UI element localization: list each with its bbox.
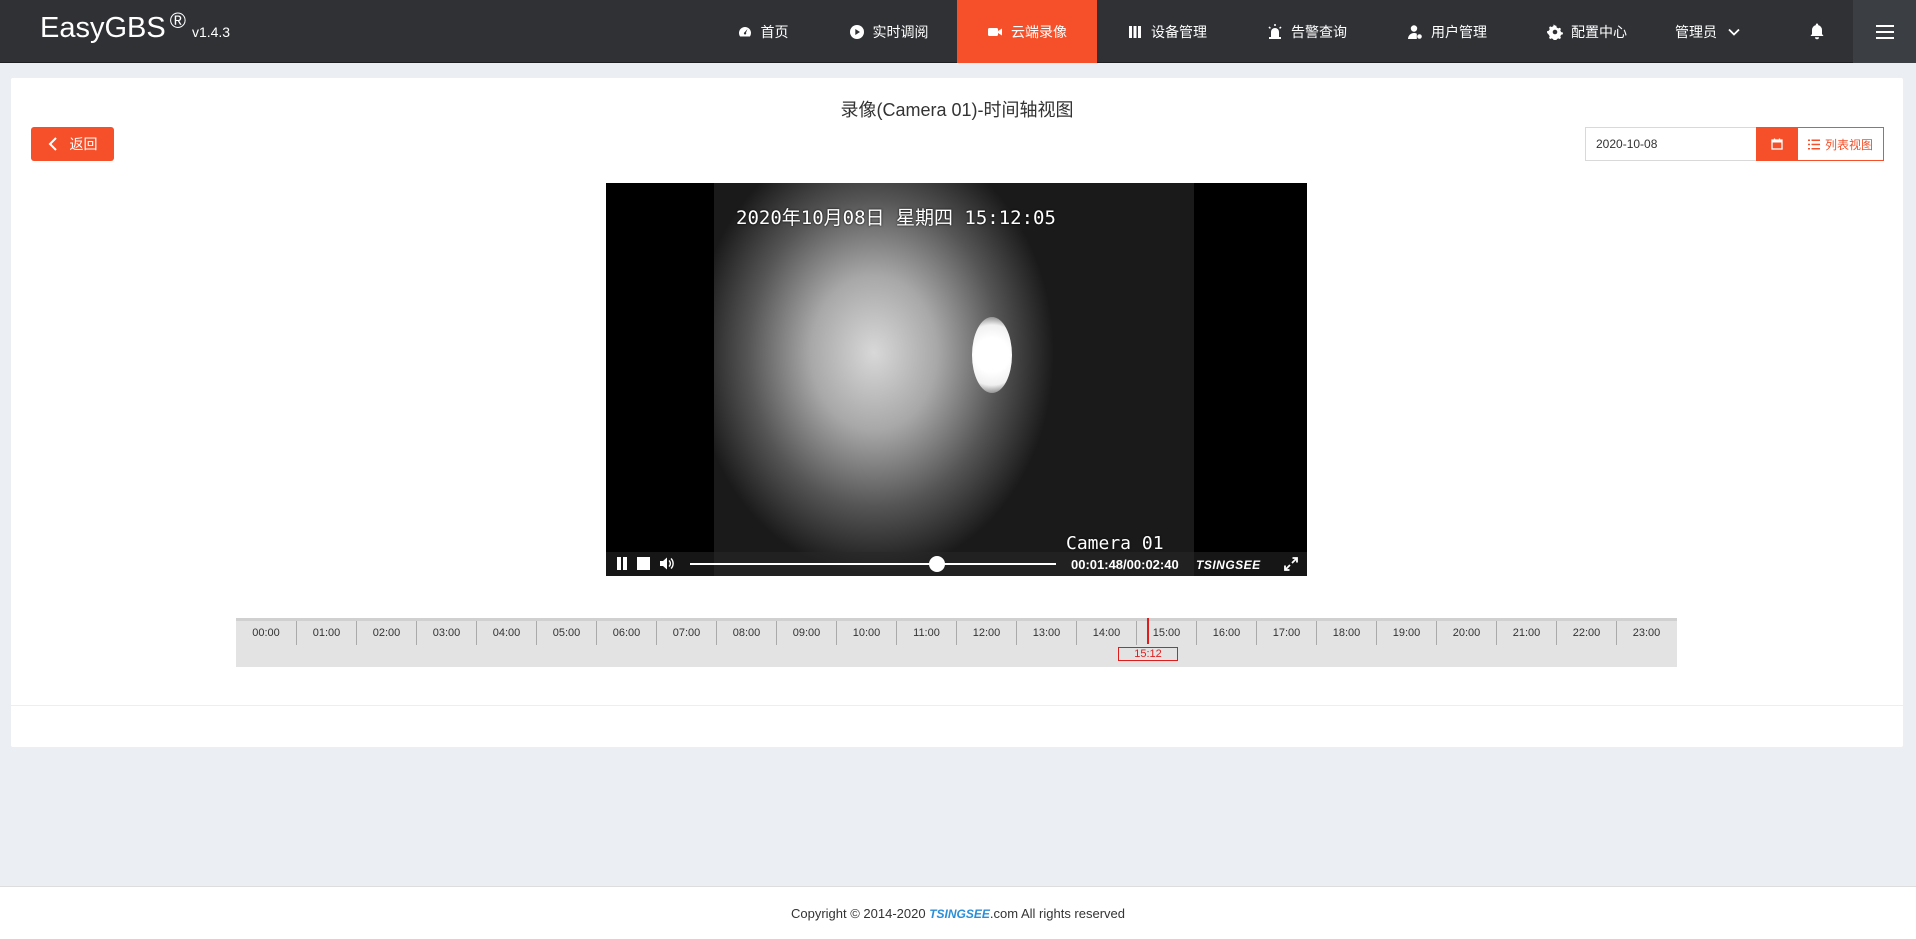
timeline-hour-tick[interactable]: 12:00 [956, 621, 1016, 645]
player-logo: TSINGSEE [1196, 558, 1261, 572]
nav-label: 告警查询 [1291, 23, 1347, 40]
video-time: 00:01:48/00:02:40 [1071, 557, 1179, 572]
video-light-spot [972, 317, 1012, 393]
date-picker-group: 列表视图 [1585, 127, 1884, 161]
volume-button[interactable] [660, 557, 675, 570]
user-gear-icon [1408, 24, 1422, 39]
footer-copyright: Copyright © 2014-2020 [790, 906, 930, 921]
video-camera-icon [988, 27, 1002, 36]
footer-logo[interactable]: TSINGSEE [929, 907, 990, 921]
nav-item-users[interactable]: 用户管理 [1377, 0, 1517, 63]
timeline-hour-tick[interactable]: 06:00 [596, 621, 656, 645]
timeline-hour-tick[interactable]: 13:00 [1016, 621, 1076, 645]
panel-divider [11, 705, 1903, 706]
timeline-hour-tick[interactable]: 15:00 [1136, 621, 1196, 645]
timeline-hour-tick[interactable]: 10:00 [836, 621, 896, 645]
nav-label: 实时调阅 [872, 23, 929, 40]
volume-icon [660, 557, 674, 570]
nav-label: 首页 [760, 23, 789, 40]
nav-item-live[interactable]: 实时调阅 [820, 0, 957, 63]
timeline-hour-tick[interactable]: 23:00 [1616, 621, 1676, 645]
video-progress-bar[interactable] [690, 556, 1056, 572]
nav-item-home[interactable]: 首页 [705, 0, 820, 63]
nav-label: 设备管理 [1151, 23, 1207, 40]
alarm-icon [1268, 23, 1282, 39]
video-frame [714, 183, 1194, 576]
main-nav: 首页 实时调阅 云端录像 设备管理 告警查询 用户管理 配置中心 [705, 0, 1657, 63]
nav-label: 用户管理 [1431, 23, 1487, 40]
list-view-label: 列表视图 [1824, 137, 1873, 152]
nav-item-devices[interactable]: 设备管理 [1097, 0, 1237, 63]
fullscreen-button[interactable] [1284, 557, 1298, 571]
user-name: 管理员 [1675, 23, 1717, 40]
chevron-down-icon [1728, 28, 1740, 36]
hamburger-menu-button[interactable] [1853, 0, 1916, 63]
list-view-button[interactable]: 列表视图 [1797, 127, 1884, 161]
hamburger-icon [1875, 24, 1894, 39]
bell-icon[interactable] [1808, 22, 1826, 40]
timeline-hour-tick[interactable]: 11:00 [896, 621, 956, 645]
top-navbar: EasyGBS ® v1.4.3 首页 实时调阅 云端录像 设备管理 告警查询 用户… [0, 0, 1916, 63]
timeline-hour-tick[interactable]: 17:00 [1256, 621, 1316, 645]
video-player[interactable]: 2020年10月08日 星期四 15:12:05 Camera 01 00:01… [606, 183, 1307, 576]
play-circle-icon [849, 24, 864, 39]
timeline-hour-tick[interactable]: 01:00 [296, 621, 356, 645]
calendar-icon [1770, 138, 1783, 150]
user-menu[interactable]: 管理员 [1675, 0, 1741, 63]
timeline-hour-tick[interactable]: 18:00 [1316, 621, 1376, 645]
brand-version: v1.4.3 [191, 24, 231, 40]
pause-button[interactable] [616, 557, 628, 570]
gear-icon [1547, 23, 1563, 40]
timeline-hour-tick[interactable]: 21:00 [1496, 621, 1556, 645]
timeline-hour-tick[interactable]: 16:00 [1196, 621, 1256, 645]
timeline-hour-tick[interactable]: 09:00 [776, 621, 836, 645]
timeline-hour-tick[interactable]: 05:00 [536, 621, 596, 645]
stop-icon [637, 557, 650, 570]
dashboard-icon [738, 26, 751, 36]
timeline-hour-tick[interactable]: 07:00 [656, 621, 716, 645]
calendar-button[interactable] [1756, 127, 1797, 161]
timeline-hour-tick[interactable]: 02:00 [356, 621, 416, 645]
nav-label: 云端录像 [1011, 23, 1067, 40]
progress-knob[interactable] [929, 556, 946, 572]
pause-icon [617, 557, 627, 570]
back-button-label: 返回 [69, 136, 98, 152]
timeline-cursor-label: 15:12 [1118, 647, 1178, 661]
timeline-hour-tick[interactable]: 20:00 [1436, 621, 1496, 645]
timeline[interactable]: 00:00 01:00 02:00 03:00 04:00 05:00 06:00 07:00… [236, 618, 1677, 667]
video-controls: 00:01:48/00:02:40 TSINGSEE [606, 552, 1307, 576]
chevron-left-icon [48, 137, 57, 151]
footer-rights: .com All rights reserved [989, 906, 1126, 921]
back-button[interactable]: 返回 [31, 127, 114, 161]
video-osd-camera: Camera 01 [1066, 533, 1164, 554]
timeline-ticks: 00:00 01:00 02:00 03:00 04:00 05:00 06:00 07:00… [236, 621, 1677, 645]
date-input[interactable] [1585, 127, 1756, 161]
columns-icon [1129, 25, 1141, 38]
timeline-hour-tick[interactable]: 22:00 [1556, 621, 1616, 645]
nav-label: 配置中心 [1571, 23, 1627, 40]
nav-item-config[interactable]: 配置中心 [1517, 0, 1657, 63]
brand-name: EasyGBS [40, 12, 166, 44]
brand-registered-mark: ® [169, 8, 186, 33]
stop-button[interactable] [637, 557, 650, 570]
nav-item-alarms[interactable]: 告警查询 [1237, 0, 1377, 63]
timeline-hour-tick[interactable]: 19:00 [1376, 621, 1436, 645]
fullscreen-icon [1284, 557, 1298, 571]
brand-logo[interactable]: EasyGBS ® v1.4.3 [40, 8, 231, 45]
timeline-hour-tick[interactable]: 03:00 [416, 621, 476, 645]
timeline-hour-tick[interactable]: 04:00 [476, 621, 536, 645]
nav-item-cloud-record[interactable]: 云端录像 [957, 0, 1097, 63]
list-icon [1807, 139, 1820, 149]
timeline-hour-tick[interactable]: 08:00 [716, 621, 776, 645]
page-title: 录像(Camera 01)-时间轴视图 [840, 100, 1074, 120]
video-osd-datetime: 2020年10月08日 星期四 15:12:05 [736, 207, 1056, 229]
footer: Copyright © 2014-2020 TSINGSEE.com All r… [0, 886, 1916, 939]
timeline-hour-tick[interactable]: 00:00 [236, 621, 296, 645]
timeline-cursor[interactable] [1147, 618, 1149, 644]
timeline-hour-tick[interactable]: 14:00 [1076, 621, 1136, 645]
